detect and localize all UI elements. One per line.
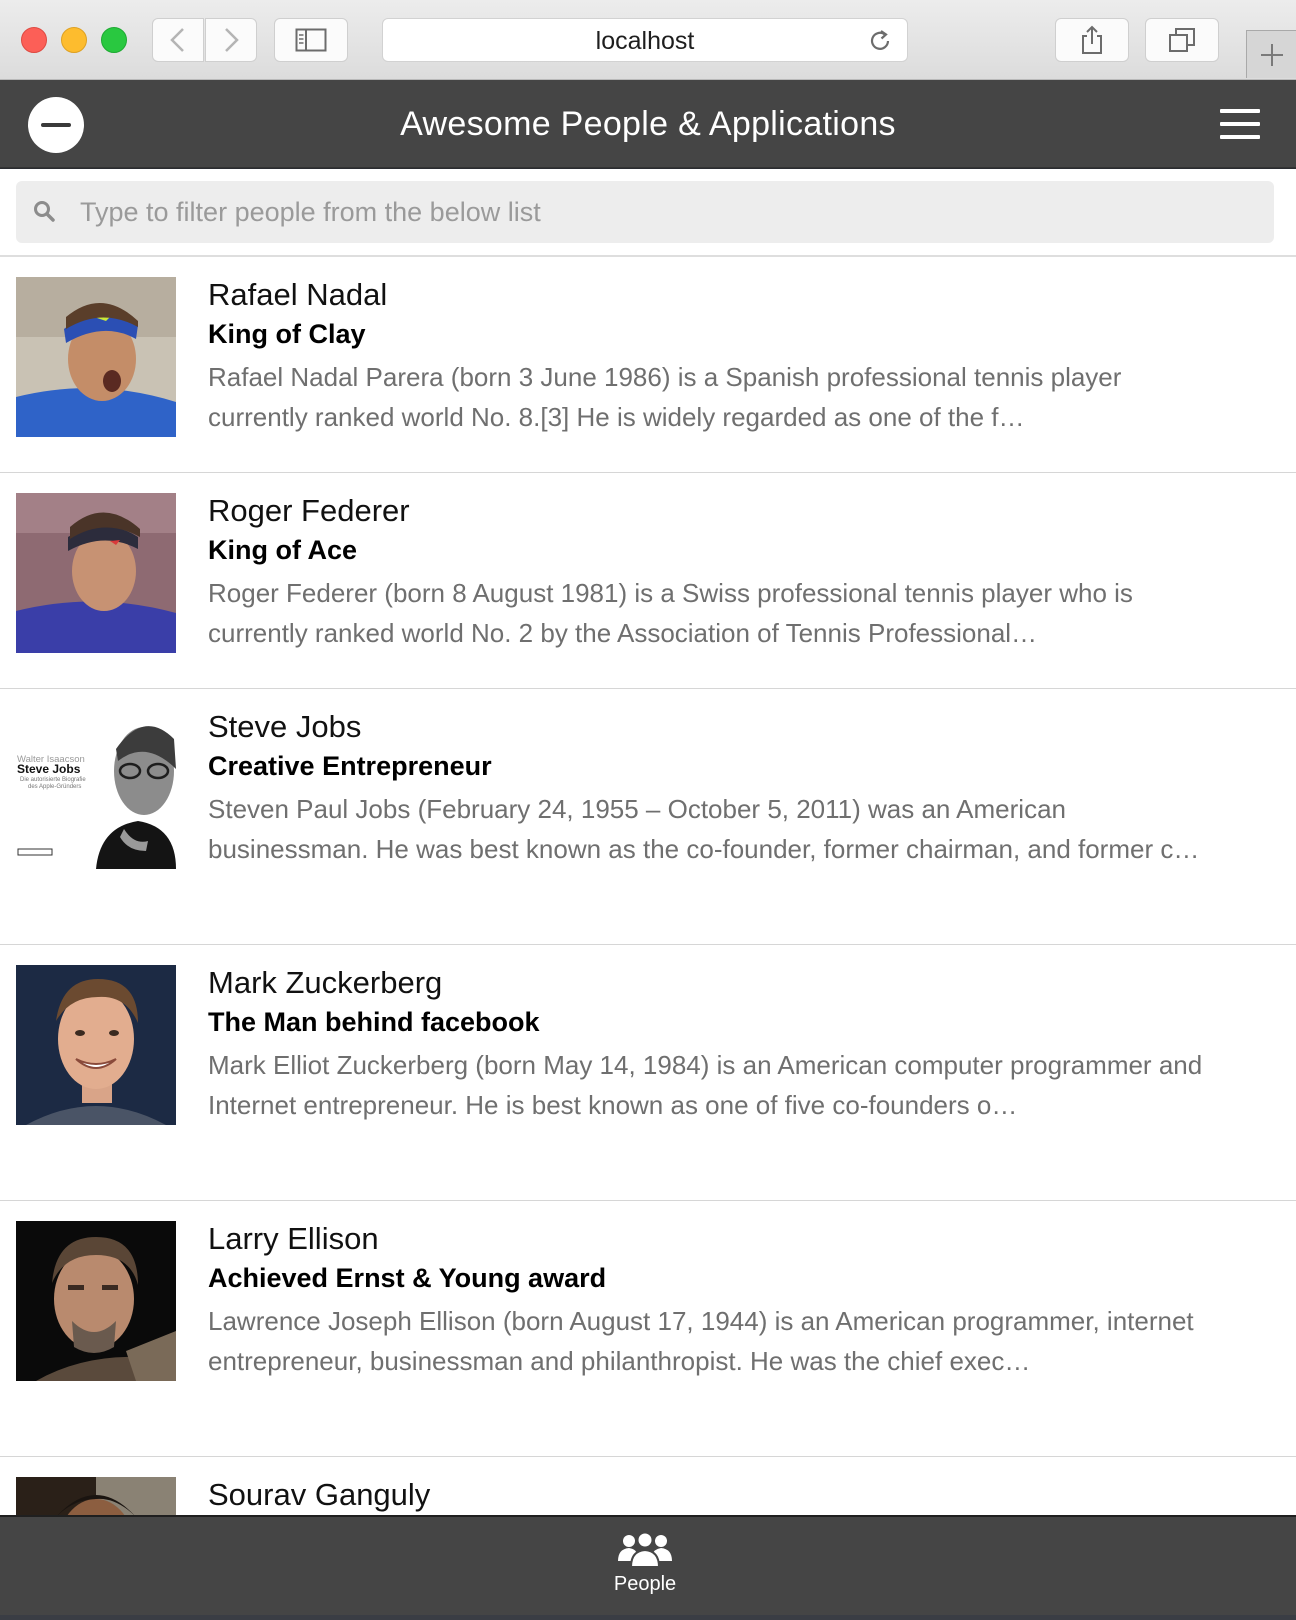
search-input[interactable]	[80, 181, 1260, 243]
avatar	[16, 1477, 176, 1515]
share-button[interactable]	[1055, 18, 1129, 62]
menu-icon-bar	[1220, 122, 1260, 126]
tab-people[interactable]: People	[578, 1517, 712, 1617]
sidebar-icon	[295, 28, 327, 52]
plus-icon	[1260, 43, 1283, 66]
book-subtitle: des Apple-Gründers	[28, 784, 82, 790]
person-name: Steve Jobs	[208, 709, 362, 744]
person-description: Lawrence Joseph Ellison (born August 17,…	[208, 1306, 1194, 1376]
tab-label: People	[613, 1573, 677, 1595]
person-description: Steven Paul Jobs (February 24, 1955 – Oc…	[208, 794, 1200, 864]
page-title: Awesome People & Applications	[400, 105, 896, 143]
sidebar-button[interactable]	[274, 18, 348, 62]
menu-icon-bar	[1220, 109, 1260, 113]
url-text: localhost	[595, 27, 695, 55]
search-icon	[34, 201, 55, 222]
person-name: Roger Federer	[208, 493, 410, 528]
forward-button[interactable]	[205, 18, 257, 62]
avatar	[16, 493, 176, 653]
book-title: Steve Jobs	[17, 762, 81, 776]
person-row-sourav-ganguly[interactable]: Sourav Ganguly	[0, 1457, 1296, 1515]
new-tab-button[interactable]	[1246, 30, 1296, 78]
avatar	[16, 277, 176, 437]
hamburger-menu-button[interactable]	[1220, 107, 1262, 141]
person-title: The Man behind facebook	[208, 1007, 540, 1037]
person-row-larry-ellison[interactable]: Larry Ellison Achieved Ernst & Young awa…	[0, 1201, 1296, 1457]
tabs-button[interactable]	[1145, 18, 1219, 62]
window-background	[0, 1615, 1296, 1620]
person-name: Mark Zuckerberg	[208, 965, 443, 1000]
browser-toolbar: localhost	[0, 0, 1296, 80]
avatar	[16, 965, 176, 1125]
people-icon	[618, 1531, 672, 1568]
person-description: Rafael Nadal Parera (born 3 June 1986) i…	[208, 362, 1122, 432]
address-bar[interactable]: localhost	[382, 18, 908, 62]
reload-icon[interactable]	[867, 28, 893, 54]
avatar	[16, 1221, 176, 1381]
minimize-window-button[interactable]	[61, 27, 87, 53]
person-row-mark-zuckerberg[interactable]: Mark Zuckerberg The Man behind facebook …	[0, 945, 1296, 1201]
avatar: Walter Isaacson Steve Jobs Die autorisie…	[16, 709, 176, 869]
person-name: Sourav Ganguly	[208, 1477, 431, 1512]
chevron-left-icon	[170, 28, 184, 52]
person-title: King of Ace	[208, 535, 358, 565]
zoom-window-button[interactable]	[101, 27, 127, 53]
person-title: Achieved Ernst & Young award	[208, 1263, 607, 1293]
person-row-rafael-nadal[interactable]: Rafael Nadal King of Clay Rafael Nadal P…	[0, 257, 1296, 473]
book-subtitle: Die autorisierte Biografie	[20, 777, 86, 783]
tabs-icon	[1169, 28, 1195, 52]
person-name: Larry Ellison	[208, 1221, 379, 1256]
app-header: Awesome People & Applications	[0, 80, 1296, 168]
person-description: Roger Federer (born 8 August 1981) is a …	[208, 578, 1133, 648]
person-description: Mark Elliot Zuckerberg (born May 14, 198…	[208, 1050, 1203, 1120]
close-window-button[interactable]	[21, 27, 47, 53]
chevron-right-icon	[225, 28, 239, 52]
people-list: Rafael Nadal King of Clay Rafael Nadal P…	[0, 257, 1296, 1515]
back-button[interactable]	[152, 18, 204, 62]
person-row-steve-jobs[interactable]: Walter Isaacson Steve Jobs Die autorisie…	[0, 689, 1296, 945]
person-name: Rafael Nadal	[208, 277, 388, 312]
tab-bar: People	[0, 1515, 1296, 1615]
search-box[interactable]	[16, 181, 1274, 243]
person-title: King of Clay	[208, 319, 366, 349]
person-row-roger-federer[interactable]: Roger Federer King of Ace Roger Federer …	[0, 473, 1296, 689]
menu-icon-bar	[1220, 135, 1260, 139]
person-title: Creative Entrepreneur	[208, 751, 492, 781]
search-bar	[0, 169, 1296, 257]
share-icon	[1082, 25, 1102, 54]
